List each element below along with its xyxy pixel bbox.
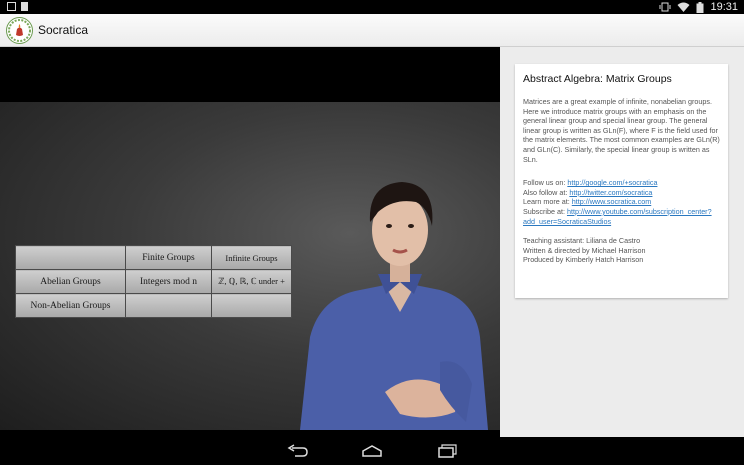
video-info-card: Abstract Algebra: Matrix Groups Matrices… xyxy=(515,64,728,298)
credits-section: Teaching assistant: Liliana de Castro Wr… xyxy=(523,236,720,265)
table-cell: Non-Abelian Groups xyxy=(15,293,126,318)
credit-line: Written & directed by Michael Harrison xyxy=(523,245,646,255)
website-link[interactable]: http://www.socratica.com xyxy=(572,197,652,206)
back-icon[interactable] xyxy=(287,444,309,458)
table-row: Abelian Groups Integers mod n ℤ, ℚ, ℝ, ℂ… xyxy=(15,269,292,294)
table-cell: Infinite Groups xyxy=(211,245,292,270)
video-description: Matrices are a great example of infinite… xyxy=(523,97,720,164)
table-cell: Integers mod n xyxy=(125,269,212,294)
table-cell xyxy=(211,293,292,318)
clock: 19:31 xyxy=(710,1,738,13)
table-cell: ℤ, ℚ, ℝ, ℂ under + xyxy=(211,269,292,294)
link-label: Follow us on: xyxy=(523,178,568,188)
socratica-logo[interactable] xyxy=(6,17,33,44)
google-plus-link[interactable]: http://google.com/+socratica xyxy=(567,178,657,187)
image-notification-icon xyxy=(7,2,16,11)
credit-line: Produced by Kimberly Hatch Harrison xyxy=(523,255,644,265)
links-section: Follow us on: http://google.com/+socrati… xyxy=(523,178,720,226)
slide-table: Finite Groups Infinite Groups Abelian Gr… xyxy=(15,245,292,318)
battery-icon xyxy=(696,1,704,13)
recent-apps-icon[interactable] xyxy=(436,444,458,458)
link-label: Subscribe at: xyxy=(523,206,567,216)
action-bar: Socratica xyxy=(0,14,744,47)
table-cell xyxy=(125,293,212,318)
credit-line: Teaching assistant: Liliana de Castro xyxy=(523,236,641,246)
presenter-figure xyxy=(300,182,488,430)
video-player[interactable]: Finite Groups Infinite Groups Abelian Gr… xyxy=(0,47,500,437)
table-cell: Abelian Groups xyxy=(15,269,126,294)
vibrate-icon xyxy=(659,2,671,12)
navigation-bar xyxy=(0,437,744,465)
table-row: Non-Abelian Groups xyxy=(15,293,292,318)
video-title: Abstract Algebra: Matrix Groups xyxy=(523,73,672,85)
twitter-link[interactable]: http://twitter.com/socratica xyxy=(569,188,652,197)
wifi-icon xyxy=(677,2,690,12)
link-label: Also follow at: xyxy=(523,187,570,197)
link-label: Learn more at: xyxy=(523,197,572,207)
table-row: Finite Groups Infinite Groups xyxy=(15,245,292,270)
status-bar: 19:31 xyxy=(0,0,744,14)
table-cell: Finite Groups xyxy=(125,245,212,270)
video-frame[interactable]: Finite Groups Infinite Groups Abelian Gr… xyxy=(0,102,500,430)
app-title: Socratica xyxy=(38,23,89,37)
home-icon[interactable] xyxy=(361,444,383,458)
side-panel: Abstract Algebra: Matrix Groups Matrices… xyxy=(500,47,744,437)
download-notification-icon xyxy=(21,2,28,11)
table-cell xyxy=(15,245,126,270)
